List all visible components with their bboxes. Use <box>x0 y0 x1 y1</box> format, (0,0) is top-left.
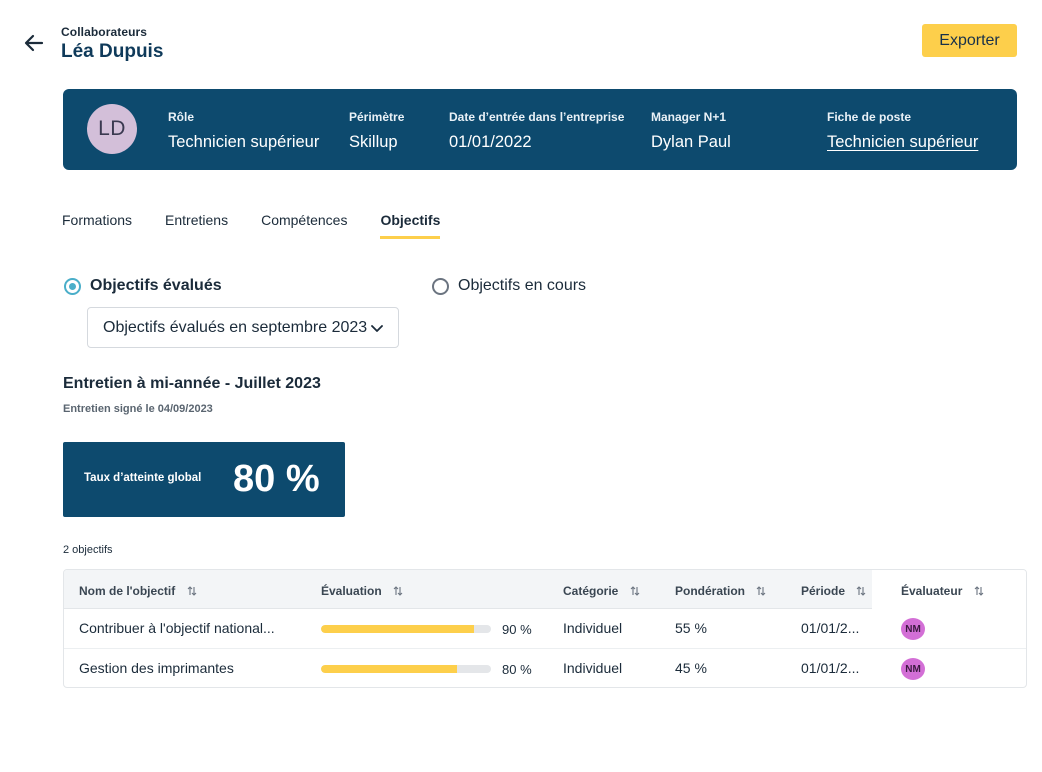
evaluation-bar <box>321 625 491 633</box>
radio-evaluated[interactable]: Objectifs évalués <box>64 277 222 295</box>
table-header: Nom de l'objectif Évaluation Catégorie P… <box>64 570 1026 609</box>
objective-category: Individuel <box>563 620 623 636</box>
objective-period: 01/01/2... <box>801 660 860 676</box>
sort-icon[interactable] <box>756 585 766 600</box>
profile-manager-label: Manager N+1 <box>651 110 727 124</box>
profile-start-date-value: 01/01/2022 <box>449 133 532 151</box>
avatar: LD <box>87 104 137 154</box>
column-header-evaluator[interactable]: Évaluateur <box>901 584 984 600</box>
period-select[interactable]: Objectifs évalués en septembre 2023 <box>87 307 399 348</box>
interview-signed-date: Entretien signé le 04/09/2023 <box>63 403 213 415</box>
objective-category: Individuel <box>563 660 623 676</box>
tab-entretiens[interactable]: Entretiens <box>165 212 228 239</box>
sort-icon[interactable] <box>187 585 197 600</box>
global-score-label: Taux d’atteinte global <box>84 472 202 484</box>
export-button[interactable]: Exporter <box>922 24 1017 57</box>
radio-evaluated-control[interactable] <box>64 277 81 295</box>
profile-role-value: Technicien supérieur <box>168 133 320 151</box>
breadcrumb[interactable]: Collaborateurs <box>61 25 163 39</box>
profile-scope-value: Skillup <box>349 133 398 151</box>
radio-in-progress-control[interactable] <box>432 277 449 295</box>
tabs: Formations Entretiens Compétences Object… <box>62 212 473 239</box>
page-title: Léa Dupuis <box>61 41 164 62</box>
column-header-weight-label: Pondération <box>675 584 746 598</box>
table-row[interactable]: Gestion des imprimantes 80 % Individuel … <box>64 649 1026 687</box>
evaluation-bar <box>321 665 491 673</box>
evaluation-percent: 80 % <box>502 662 532 677</box>
job-sheet-link[interactable]: Technicien supérieur <box>827 133 978 152</box>
global-score-card: Taux d’atteinte global 80 % <box>63 442 345 517</box>
profile-card: LD Rôle Technicien supérieur Périmètre S… <box>63 89 1017 170</box>
profile-start-date: Date d’entrée dans l’entreprise 01/01/20… <box>449 110 624 152</box>
objectives-table: Nom de l'objectif Évaluation Catégorie P… <box>63 569 1027 688</box>
column-header-period[interactable]: Période <box>801 584 866 600</box>
column-header-category-label: Catégorie <box>563 584 619 598</box>
sort-icon[interactable] <box>856 585 866 600</box>
column-header-period-label: Période <box>801 584 846 598</box>
objective-weight: 45 % <box>675 660 707 676</box>
objective-period: 01/01/2... <box>801 620 860 636</box>
chevron-down-icon <box>370 321 384 340</box>
objectives-count: 2 objectifs <box>63 544 113 556</box>
evaluation-bar-fill <box>321 625 474 633</box>
column-header-evaluator-label: Évaluateur <box>901 584 963 598</box>
objective-weight: 55 % <box>675 620 707 636</box>
tab-formations[interactable]: Formations <box>62 212 132 239</box>
profile-scope: Périmètre Skillup <box>349 110 404 152</box>
tab-objectifs[interactable]: Objectifs <box>380 212 441 239</box>
table-row[interactable]: Contribuer à l'objectif national... 90 %… <box>64 609 1026 649</box>
column-header-category[interactable]: Catégorie <box>563 584 640 600</box>
objective-name: Contribuer à l'objectif national... <box>79 620 275 636</box>
header-block: Collaborateurs Léa Dupuis <box>61 25 163 63</box>
profile-scope-label: Périmètre <box>349 110 405 124</box>
period-select-value: Objectifs évalués en septembre 2023 <box>103 318 368 336</box>
column-header-evaluation-label: Évaluation <box>321 584 382 598</box>
column-header-weight[interactable]: Pondération <box>675 584 766 600</box>
radio-evaluated-label: Objectifs évalués <box>90 277 222 294</box>
column-header-name-label: Nom de l'objectif <box>79 584 176 598</box>
objective-name: Gestion des imprimantes <box>79 660 234 676</box>
radio-in-progress-label: Objectifs en cours <box>458 277 587 294</box>
interview-title: Entretien à mi-année - Juillet 2023 <box>63 375 321 392</box>
profile-manager: Manager N+1 Dylan Paul <box>651 110 731 152</box>
column-header-name[interactable]: Nom de l'objectif <box>79 584 197 600</box>
profile-job-sheet-label: Fiche de poste <box>827 110 912 124</box>
sort-icon[interactable] <box>393 585 403 600</box>
profile-manager-value: Dylan Paul <box>651 133 731 151</box>
profile-role: Rôle Technicien supérieur <box>168 110 319 152</box>
radio-in-progress[interactable]: Objectifs en cours <box>432 277 586 295</box>
profile-job-sheet: Fiche de poste Technicien supérieur <box>827 110 978 152</box>
tab-competences[interactable]: Compétences <box>261 212 347 239</box>
evaluation-bar-fill <box>321 665 457 673</box>
back-arrow-icon[interactable] <box>22 31 46 55</box>
profile-start-date-label: Date d’entrée dans l’entreprise <box>449 110 625 124</box>
global-score-value: 80 % <box>233 458 320 500</box>
sort-icon[interactable] <box>974 585 984 600</box>
profile-role-label: Rôle <box>168 110 195 124</box>
evaluator-avatar: NM <box>901 618 925 640</box>
column-header-evaluation[interactable]: Évaluation <box>321 584 403 600</box>
evaluator-avatar: NM <box>901 658 925 680</box>
sort-icon[interactable] <box>630 585 640 600</box>
evaluation-percent: 90 % <box>502 622 532 637</box>
